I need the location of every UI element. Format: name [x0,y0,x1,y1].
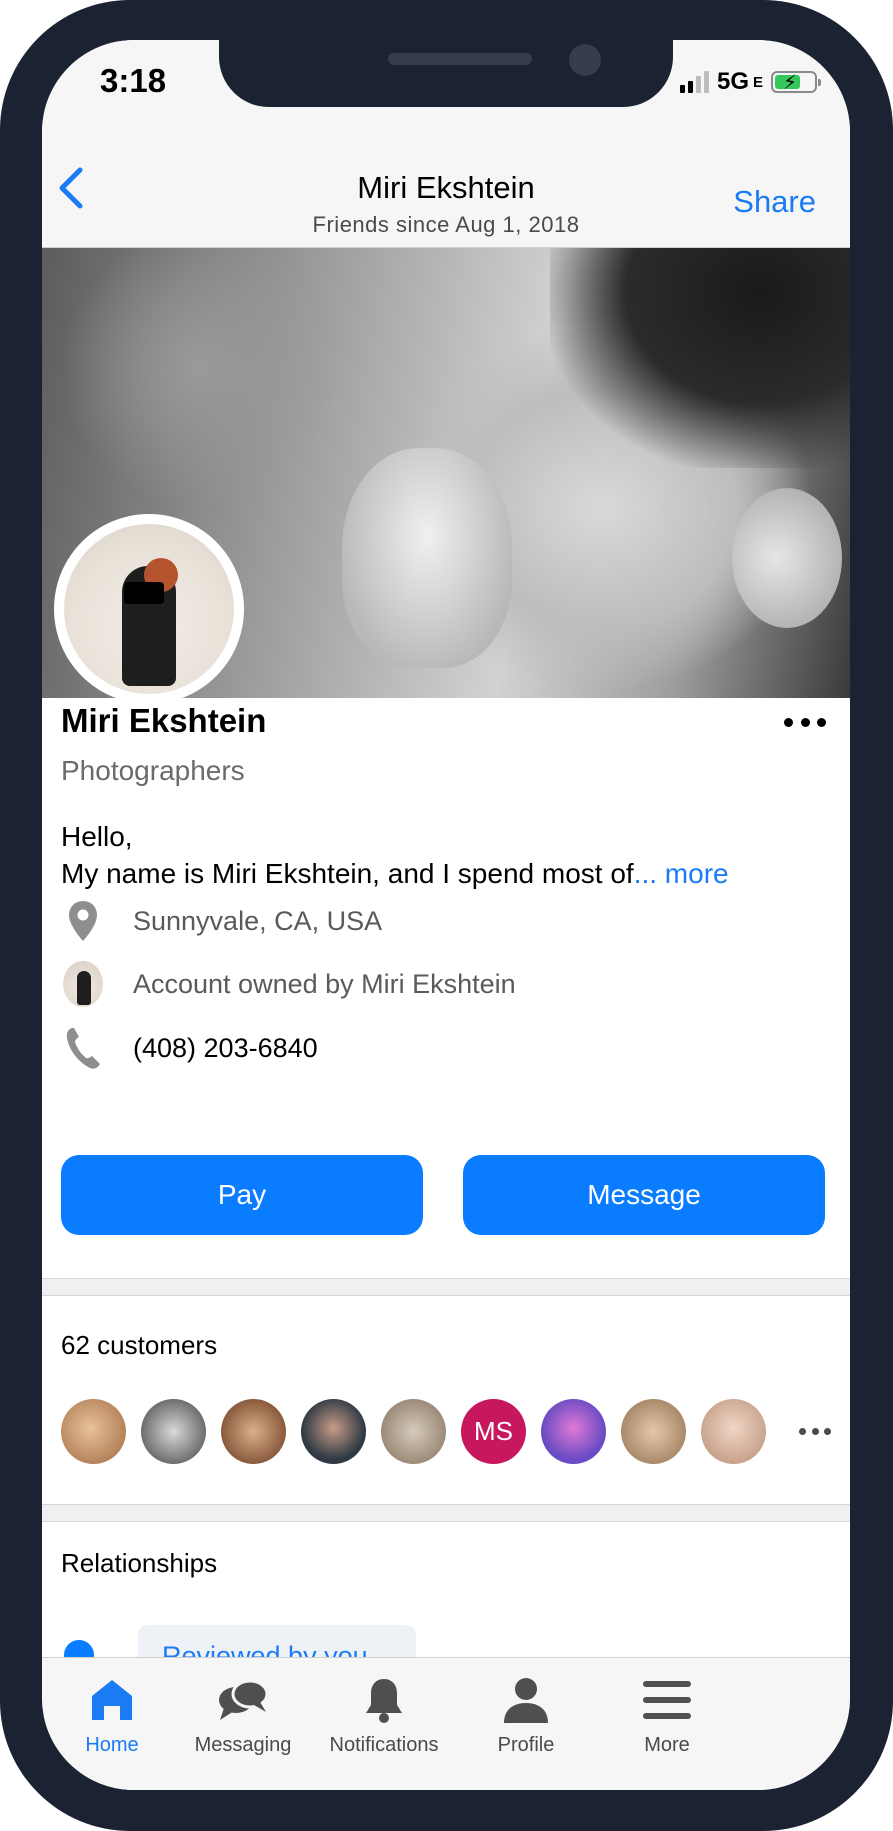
customer-avatar[interactable] [381,1398,446,1464]
more-options-icon[interactable] [784,710,826,734]
customer-avatar-ms[interactable]: MS [461,1398,526,1464]
profile-avatar[interactable] [54,514,244,704]
header-title: Miri Ekshtein [357,170,535,205]
status-indicators: 5G E ⚡ [680,68,822,96]
network-suffix: E [753,73,764,91]
message-button[interactable]: Message [463,1155,825,1235]
bio-line-2: My name is Miri Ekshtein, and I spend mo… [61,858,729,889]
messaging-icon [216,1670,270,1730]
customer-avatar[interactable] [621,1398,686,1464]
signal-icon [680,71,709,93]
tab-profile[interactable]: Profile [456,1670,596,1770]
customer-avatar[interactable] [221,1398,286,1464]
profile-category: Photographers [61,755,245,786]
owner-text: Account owned by Miri Ekshtein [133,968,516,999]
customer-avatar[interactable] [141,1398,206,1464]
share-button[interactable]: Share [733,184,816,220]
header-subtitle: Friends since Aug 1, 2018 [312,212,580,237]
tab-home[interactable]: Home [42,1670,182,1770]
bio-more-link[interactable]: ... more [634,858,729,889]
location-pin-icon [61,896,105,946]
battery-icon: ⚡ [771,71,822,94]
menu-icon [642,1670,692,1730]
bio-line-1: Hello, [61,821,133,852]
location-row[interactable]: Sunnyvale, CA, USA [61,895,821,947]
network-label: 5G [717,68,750,95]
nav-header: Miri Ekshtein Friends since Aug 1, 2018 … [42,140,850,248]
tab-more[interactable]: More [597,1670,737,1770]
owner-avatar [63,961,103,1007]
more-customers-icon[interactable] [799,1426,831,1436]
customers-title: 62 customers [61,1330,218,1360]
bio-text: Hello, My name is Miri Ekshtein, and I s… [61,818,841,892]
customer-avatar[interactable] [61,1398,126,1464]
front-camera [569,44,601,76]
customer-avatar[interactable] [541,1398,606,1464]
customer-avatar[interactable] [701,1398,766,1464]
tab-notifications[interactable]: Notifications [314,1670,454,1770]
relationships-title: Relationships [61,1548,218,1578]
home-icon [88,1670,136,1730]
owner-row[interactable]: Account owned by Miri Ekshtein [61,958,821,1010]
phone-icon [61,1023,105,1073]
location-text: Sunnyvale, CA, USA [133,905,383,936]
customer-avatar[interactable] [301,1398,366,1464]
speaker-grille [388,53,532,65]
phone-text: (408) 203-6840 [133,1032,318,1063]
status-time: 3:18 [100,62,167,99]
tab-bar: Home Messaging Notifications Profile Mor… [42,1657,850,1790]
profile-icon [502,1670,550,1730]
section-divider [42,1504,850,1522]
customers-avatars: MS [61,1398,831,1464]
screen: 3:18 5G E ⚡ Miri Ekshtein Friends since … [42,40,850,1790]
phone-row[interactable]: (408) 203-6840 [61,1022,821,1074]
phone-frame: 3:18 5G E ⚡ Miri Ekshtein Friends since … [0,0,893,1831]
bell-icon [362,1670,406,1730]
tab-messaging[interactable]: Messaging [173,1670,313,1770]
profile-name: Miri Ekshtein [61,702,267,739]
notch [219,40,673,107]
section-divider [42,1278,850,1296]
pay-button[interactable]: Pay [61,1155,423,1235]
